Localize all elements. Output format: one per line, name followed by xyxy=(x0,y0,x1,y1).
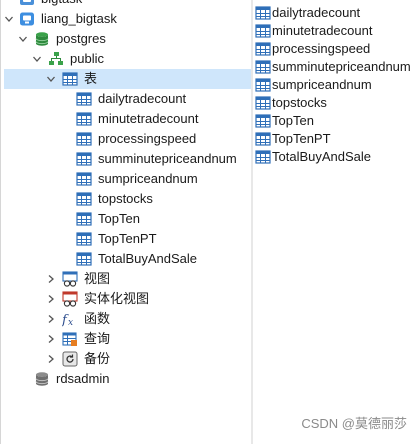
tree-item-label: rdsadmin xyxy=(56,371,110,386)
database-icon xyxy=(34,371,50,387)
tree-item-label: 视图 xyxy=(84,271,111,286)
table-icon xyxy=(76,171,92,187)
chevron-down-icon[interactable] xyxy=(46,74,56,84)
pane-splitter[interactable] xyxy=(251,0,253,444)
table-icon xyxy=(255,149,271,165)
list-item-label: processingspeed xyxy=(272,41,371,56)
tree-item-functions[interactable]: fx 函数 xyxy=(1,309,251,329)
view-icon xyxy=(62,271,78,287)
tree-item-label: processingspeed xyxy=(98,131,197,146)
tree-item-label: TopTen xyxy=(98,211,140,226)
tree-item-table[interactable]: minutetradecount xyxy=(1,109,251,129)
watermark: CSDN @莫德丽莎 xyxy=(301,416,407,431)
tree-item-table[interactable]: dailytradecount xyxy=(1,89,251,109)
tree-item-table[interactable]: processingspeed xyxy=(1,129,251,149)
chevron-right-icon[interactable] xyxy=(46,274,56,284)
table-icon xyxy=(76,151,92,167)
table-icon xyxy=(255,113,271,129)
chevron-down-icon[interactable] xyxy=(4,14,14,24)
table-icon xyxy=(76,191,92,207)
tree-item-label: 实体化视图 xyxy=(84,291,150,306)
table-icon xyxy=(76,231,92,247)
table-icon xyxy=(76,91,92,107)
tree-item-label: TotalBuyAndSale xyxy=(98,251,198,266)
table-icon xyxy=(76,111,92,127)
table-icon xyxy=(255,5,271,21)
list-item-label: topstocks xyxy=(272,95,327,110)
table-icon xyxy=(255,59,271,75)
tree-item-label: public xyxy=(70,51,104,66)
tree-item-materialized-views[interactable]: 实体化视图 xyxy=(1,289,251,309)
tree-item-table[interactable]: topstocks xyxy=(1,189,251,209)
tree-item-connection[interactable]: liang_bigtask xyxy=(1,9,251,29)
list-item-label: sumpriceandnum xyxy=(272,77,372,92)
query-icon xyxy=(62,331,78,347)
tree-item-table[interactable]: TotalBuyAndSale xyxy=(1,249,251,269)
tree-item-tables-folder[interactable]: 表 xyxy=(1,69,251,89)
chevron-down-icon[interactable] xyxy=(32,54,42,64)
connection-icon xyxy=(19,11,35,27)
list-item-label: TopTenPT xyxy=(272,131,331,146)
tree-item-label: summinutepriceandnum xyxy=(98,151,237,166)
tree-item-label: topstocks xyxy=(98,191,153,206)
navigator-tree[interactable]: bigtask liang_bigtask postgres public 表 … xyxy=(0,0,252,444)
tree-item-label: postgres xyxy=(56,31,106,46)
tree-item-views[interactable]: 视图 xyxy=(1,269,251,289)
tree-item-label: sumpriceandnum xyxy=(98,171,198,186)
tree-item-queries[interactable]: 查询 xyxy=(1,329,251,349)
chevron-right-icon[interactable] xyxy=(46,294,56,304)
object-list[interactable]: dailytradecount minutetradecount process… xyxy=(254,0,419,444)
svg-text:x: x xyxy=(68,318,73,327)
list-item-label: summinutepriceandnum xyxy=(272,59,411,74)
list-item-label: TopTen xyxy=(272,113,314,128)
table-icon xyxy=(255,23,271,39)
materialized-view-icon xyxy=(62,291,78,307)
tree-item-label: 表 xyxy=(84,71,98,86)
list-item-label: TotalBuyAndSale xyxy=(272,149,372,164)
table-icon xyxy=(76,131,92,147)
schema-icon xyxy=(48,51,64,67)
tree-item-label: dailytradecount xyxy=(98,91,187,106)
chevron-down-icon[interactable] xyxy=(18,34,28,44)
tree-item-backups[interactable]: 备份 xyxy=(1,349,251,369)
table-icon xyxy=(76,211,92,227)
database-icon xyxy=(34,31,50,47)
tree-item-label: 备份 xyxy=(84,351,111,366)
function-icon: fx xyxy=(61,311,78,328)
tree-item-label: liang_bigtask xyxy=(41,11,117,26)
chevron-right-icon[interactable] xyxy=(46,314,56,324)
tree-item-label: bigtask xyxy=(41,0,82,9)
chevron-right-icon[interactable] xyxy=(46,354,56,364)
connection-icon xyxy=(19,0,35,7)
tree-item-bigtask[interactable]: bigtask xyxy=(1,0,251,9)
tree-item-label: minutetradecount xyxy=(98,111,199,126)
tree-item-label: 查询 xyxy=(84,331,111,346)
list-item-label: minutetradecount xyxy=(272,23,373,38)
list-item-label: dailytradecount xyxy=(272,5,361,20)
tree-item-table[interactable]: TopTenPT xyxy=(1,229,251,249)
tree-item-table[interactable]: summinutepriceandnum xyxy=(1,149,251,169)
tree-item-table[interactable]: TopTen xyxy=(1,209,251,229)
tree-item-database[interactable]: postgres xyxy=(1,29,251,49)
tree-item-table[interactable]: sumpriceandnum xyxy=(1,169,251,189)
table-icon xyxy=(255,77,271,93)
tree-item-database-rdsadmin[interactable]: rdsadmin xyxy=(1,369,251,389)
table-icon xyxy=(255,41,271,57)
table-icon xyxy=(76,251,92,267)
backup-icon xyxy=(62,351,78,367)
table-icon xyxy=(62,71,78,87)
tree-item-label: 函数 xyxy=(84,311,111,326)
tree-item-label: TopTenPT xyxy=(98,231,157,246)
table-icon xyxy=(255,95,271,111)
chevron-right-icon[interactable] xyxy=(46,334,56,344)
table-icon xyxy=(255,131,271,147)
tree-item-schema[interactable]: public xyxy=(1,49,251,69)
